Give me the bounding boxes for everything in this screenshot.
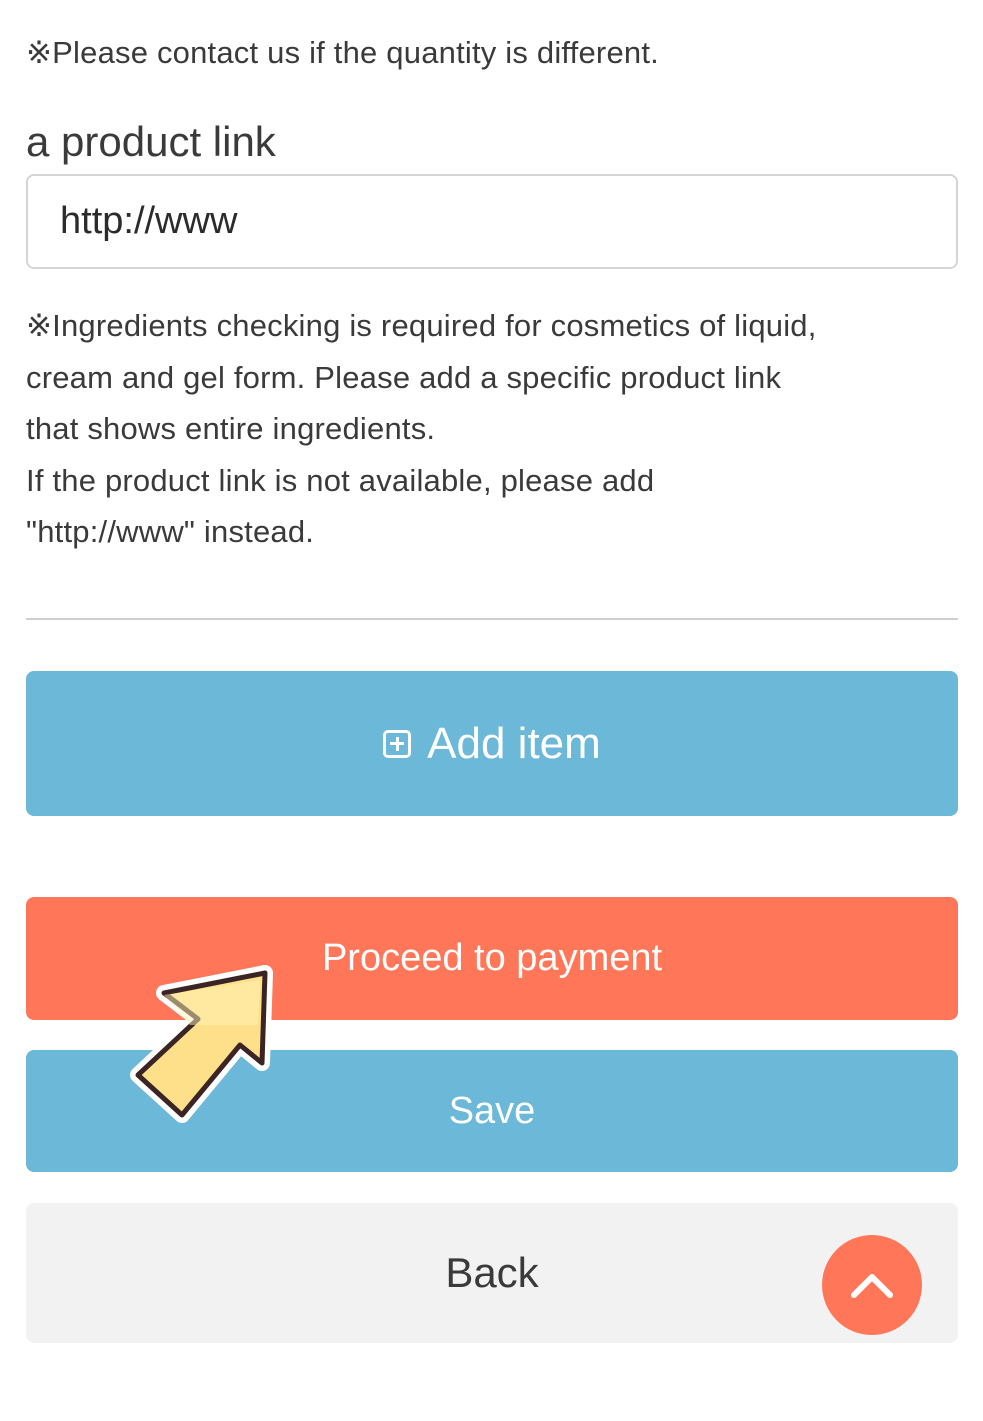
ingredients-note-line: "http://www" instead. (26, 514, 315, 549)
plus-square-icon (383, 729, 412, 758)
chevron-up-icon (851, 1274, 893, 1298)
quantity-note: ※Please contact us if the quantity is di… (26, 35, 659, 70)
back-label: Back (445, 1249, 539, 1296)
ingredients-note-line: that shows entire ingredients. (26, 411, 436, 446)
product-link-input[interactable] (26, 174, 958, 269)
add-item-button[interactable]: Add item (26, 671, 958, 816)
proceed-to-payment-label: Proceed to payment (321, 937, 663, 979)
save-label: Save (448, 1089, 536, 1132)
product-link-label: a product link (26, 118, 276, 165)
ingredients-note-line: If the product link is not available, pl… (26, 462, 655, 498)
ingredients-note: ※Ingredients checking is required for co… (26, 300, 961, 558)
pointing-arrow-icon (130, 965, 273, 1123)
section-divider (26, 618, 958, 620)
ingredients-note-line: ※Ingredients checking is required for co… (26, 308, 817, 343)
add-item-label: Add item (427, 718, 601, 768)
back-button[interactable]: Back (26, 1203, 958, 1343)
ingredients-note-line: cream and gel form. Please add a specifi… (26, 359, 782, 395)
scroll-to-top-button[interactable] (822, 1235, 922, 1335)
